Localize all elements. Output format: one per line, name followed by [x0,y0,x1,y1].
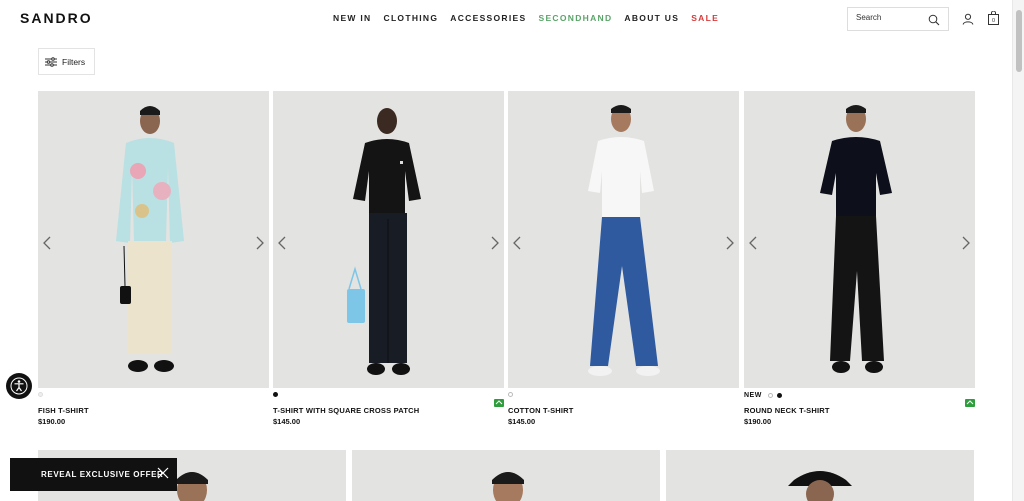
cart-count: 0 [992,18,995,24]
swatch-white[interactable] [767,393,773,398]
product-price: $145.00 [508,417,536,426]
new-badge: NEW [744,392,762,399]
product-name[interactable]: FISH T-SHIRT [38,406,89,415]
chevron-right-icon[interactable] [959,236,971,250]
exclusive-offer-banner[interactable]: REVEAL EXCLUSIVE OFFER [10,458,177,491]
swatch-light[interactable] [38,392,43,397]
nav-secondhand[interactable]: SECONDHAND [538,13,612,23]
product-image[interactable] [273,91,504,388]
product-price: $190.00 [744,417,772,426]
product-card[interactable]: T-SHIRT WITH SQUARE CROSS PATCH $145.00 [273,91,504,426]
swatch-black[interactable] [776,393,782,398]
chevron-left-icon[interactable] [748,236,760,250]
product-card[interactable]: FISH T-SHIRT $190.00 [38,91,269,426]
nav-accessories[interactable]: ACCESSORIES [450,13,526,23]
chevron-right-icon[interactable] [723,236,735,250]
chevron-left-icon[interactable] [277,236,289,250]
close-icon[interactable] [157,467,169,481]
product-image[interactable] [38,91,269,388]
search-input[interactable] [856,13,926,22]
scrollbar-thumb[interactable] [1016,10,1022,72]
product-image[interactable] [666,450,974,501]
chevron-right-icon[interactable] [253,236,265,250]
nav-about-us[interactable]: ABOUT US [624,13,679,23]
recycle-icon [494,394,504,412]
color-swatches [38,392,43,397]
accessibility-button[interactable] [6,373,32,399]
nav-clothing[interactable]: CLOTHING [384,13,439,23]
model-figure [820,105,892,373]
product-name[interactable]: T-SHIRT WITH SQUARE CROSS PATCH [273,406,419,415]
search-icon[interactable] [928,13,940,31]
model-figure [788,471,852,501]
model-figure [492,472,524,501]
offer-label[interactable]: REVEAL EXCLUSIVE OFFER [41,470,163,479]
chevron-left-icon[interactable] [42,236,54,250]
nav-new-in[interactable]: NEW IN [333,13,372,23]
product-name[interactable]: ROUND NECK T-SHIRT [744,406,830,415]
shopping-bag-icon[interactable]: 0 [988,10,999,30]
filters-button[interactable]: Filters [38,48,95,75]
color-swatches [273,392,278,397]
chevron-right-icon[interactable] [488,236,500,250]
brand-logo[interactable]: SANDRO [20,10,93,26]
site-header: SANDRO NEW IN CLOTHING ACCESSORIES SECON… [0,0,1012,38]
product-price: $145.00 [273,417,301,426]
page-scrollbar[interactable] [1012,0,1024,501]
recycle-icon [965,394,975,412]
chevron-left-icon[interactable] [512,236,524,250]
swatch-black[interactable] [273,392,278,397]
main-nav: NEW IN CLOTHING ACCESSORIES SECONDHAND A… [333,13,719,23]
model-figure [347,108,421,375]
product-price: $190.00 [38,417,66,426]
product-image[interactable] [352,450,660,501]
product-card[interactable]: COTTON T-SHIRT $145.00 [508,91,739,426]
product-name[interactable]: COTTON T-SHIRT [508,406,574,415]
search-box [847,7,949,31]
user-icon[interactable] [962,12,974,30]
model-figure [588,105,660,376]
color-swatches [508,392,513,397]
product-image[interactable] [508,91,739,388]
swatch-white[interactable] [508,392,513,397]
nav-sale[interactable]: SALE [691,13,719,23]
sliders-icon [45,56,57,67]
model-figure [116,106,184,372]
product-card[interactable]: NEW ROUND NECK T-SHIRT $190.00 [744,91,975,426]
product-image[interactable] [744,91,975,388]
filters-label: Filters [62,56,86,67]
accessibility-icon [10,377,28,395]
color-swatches: NEW [744,392,782,399]
